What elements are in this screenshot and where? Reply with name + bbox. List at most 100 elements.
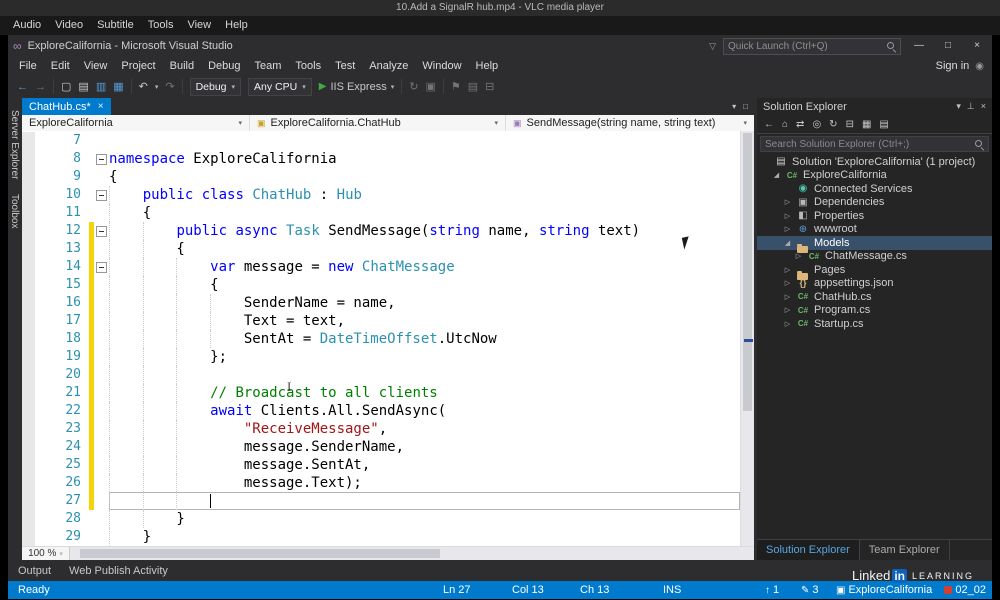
vertical-scrollbar-thumb[interactable] xyxy=(743,133,752,411)
breakpoint-margin[interactable] xyxy=(22,276,35,294)
tab-team-explorer[interactable]: Team Explorer xyxy=(860,540,950,560)
float-window-icon[interactable]: □ xyxy=(743,102,748,111)
code-line-20[interactable]: 20 xyxy=(22,366,740,384)
sign-in-link[interactable]: Sign in xyxy=(936,60,970,72)
horizontal-scrollbar-thumb[interactable] xyxy=(80,549,440,558)
video-area[interactable]: ∞ ExploreCalifornia - Microsoft Visual S… xyxy=(0,35,1000,599)
breakpoint-margin[interactable] xyxy=(22,528,35,546)
feedback-icon[interactable]: ▽ xyxy=(709,41,716,52)
tab-output[interactable]: Output xyxy=(18,565,51,577)
breakpoint-margin[interactable] xyxy=(22,150,35,168)
chevron-down-icon[interactable]: ▾ xyxy=(956,101,961,112)
git-repository[interactable]: ▣ ExploreCalifornia xyxy=(836,581,932,600)
code-line-29[interactable]: 29 } xyxy=(22,528,740,546)
breakpoint-margin[interactable] xyxy=(22,456,35,474)
menu-edit[interactable]: Edit xyxy=(44,57,77,75)
tree-item-connected-services[interactable]: ◉ Connected Services xyxy=(757,182,992,196)
menu-help[interactable]: Help xyxy=(469,57,506,75)
code-line-7[interactable]: 7 xyxy=(22,132,740,150)
code-area[interactable]: 7 8 namespace ExploreCalifornia 9{10 public… xyxy=(22,131,740,547)
code-line-26[interactable]: 26 message.Text); xyxy=(22,474,740,492)
redo-icon[interactable]: ↷ xyxy=(165,80,174,93)
code-line-28[interactable]: 28 } xyxy=(22,510,740,528)
code-line-13[interactable]: 13 { xyxy=(22,240,740,258)
code-line-8[interactable]: 8 namespace ExploreCalifornia xyxy=(22,150,740,168)
quick-launch-box[interactable]: Quick Launch (Ctrl+Q) xyxy=(723,37,901,55)
chevron-collapsed-icon[interactable]: ▷ xyxy=(783,293,792,301)
project-dropdown[interactable]: ExploreCalifornia ▾ xyxy=(22,115,250,131)
fold-collapse-icon[interactable] xyxy=(94,258,109,276)
code-line-16[interactable]: 16 SenderName = name, xyxy=(22,294,740,312)
tree-item-properties[interactable]: ▷ ◧ Properties xyxy=(757,209,992,223)
breakpoint-margin[interactable] xyxy=(22,330,35,348)
code-line-17[interactable]: 17 Text = text, xyxy=(22,312,740,330)
chevron-collapsed-icon[interactable]: ▷ xyxy=(783,212,792,220)
home-icon[interactable]: ⌂ xyxy=(782,119,788,130)
breakpoint-margin[interactable] xyxy=(22,366,35,384)
undo-dropdown-icon[interactable]: ▾ xyxy=(155,83,159,91)
back-icon[interactable]: ← xyxy=(764,119,774,130)
vlc-menu-video[interactable]: Video xyxy=(48,16,90,35)
menu-analyze[interactable]: Analyze xyxy=(362,57,415,75)
menu-team[interactable]: Team xyxy=(248,57,289,75)
chevron-expanded-icon[interactable]: ◢ xyxy=(783,239,792,247)
code-line-14[interactable]: 14 var message = new ChatMessage xyxy=(22,258,740,276)
tree-item-wwwroot[interactable]: ▷ ⊕ wwwroot xyxy=(757,223,992,237)
code-line-27[interactable]: 27 xyxy=(22,492,740,510)
menu-tools[interactable]: Tools xyxy=(288,57,328,75)
menu-build[interactable]: Build xyxy=(163,57,201,75)
code-line-21[interactable]: 21 // Broadcast to all clients xyxy=(22,384,740,402)
refresh-icon[interactable]: ↻ xyxy=(829,119,837,130)
fold-collapse-icon[interactable] xyxy=(94,150,109,168)
bookmark-icon[interactable]: ⚑ xyxy=(451,80,461,93)
code-line-12[interactable]: 12 public async Task SendMessage(string … xyxy=(22,222,740,240)
code-line-23[interactable]: 23 "ReceiveMessage", xyxy=(22,420,740,438)
vlc-menu-audio[interactable]: Audio xyxy=(6,16,48,35)
breakpoint-margin[interactable] xyxy=(22,402,35,420)
vlc-menu-help[interactable]: Help xyxy=(218,16,255,35)
hot-reload-icon[interactable]: ↻ xyxy=(409,80,418,93)
open-file-icon[interactable]: ▤ xyxy=(78,80,88,93)
member-dropdown[interactable]: ▣ SendMessage(string name, string text) … xyxy=(506,115,754,131)
solution-explorer-header[interactable]: Solution Explorer ▾ ⊥ × xyxy=(757,98,992,115)
code-line-9[interactable]: 9{ xyxy=(22,168,740,186)
menu-file[interactable]: File xyxy=(12,57,44,75)
collapse-all-icon[interactable]: ⊟ xyxy=(846,119,854,130)
tab-server-explorer[interactable]: Server Explorer xyxy=(9,110,20,179)
tree-item-explorecalifornia[interactable]: ◢ C# ExploreCalifornia xyxy=(757,169,992,183)
chevron-collapsed-icon[interactable]: ▷ xyxy=(783,225,792,233)
breakpoint-margin[interactable] xyxy=(22,492,35,510)
tree-item-pages[interactable]: ▷ Pages xyxy=(757,263,992,280)
tree-item-chatmessage-cs[interactable]: ▷ C# ChatMessage.cs xyxy=(757,250,992,264)
code-line-11[interactable]: 11 { xyxy=(22,204,740,222)
close-icon[interactable]: × xyxy=(981,101,986,112)
breakpoint-margin[interactable] xyxy=(22,132,35,150)
breakpoint-margin[interactable] xyxy=(22,348,35,366)
vlc-menu-tools[interactable]: Tools xyxy=(141,16,181,35)
breakpoint-margin[interactable] xyxy=(22,474,35,492)
tree-item-startup-cs[interactable]: ▷ C# Startup.cs xyxy=(757,317,992,331)
vlc-menu-subtitle[interactable]: Subtitle xyxy=(90,16,141,35)
code-line-24[interactable]: 24 message.SenderName, xyxy=(22,438,740,456)
breakpoint-margin[interactable] xyxy=(22,222,35,240)
type-dropdown[interactable]: ▣ ExploreCalifornia.ChatHub ▾ xyxy=(250,115,506,131)
code-line-25[interactable]: 25 message.SentAt, xyxy=(22,456,740,474)
breakpoint-margin[interactable] xyxy=(22,240,35,258)
close-button[interactable]: × xyxy=(966,35,988,57)
tree-item-solution-explorecalifornia-1-project[interactable]: ▤ Solution 'ExploreCalifornia' (1 project… xyxy=(757,155,992,169)
minimize-button[interactable]: — xyxy=(908,35,930,57)
start-debug-button[interactable]: ▶ IIS Express ▾ xyxy=(319,81,394,93)
code-line-18[interactable]: 18 SentAt = DateTimeOffset.UtcNow xyxy=(22,330,740,348)
pin-icon[interactable]: ⊥ xyxy=(967,101,975,112)
zoom-combo[interactable]: 100 % ▾ xyxy=(22,547,70,560)
vlc-titlebar[interactable]: 10.Add a SignalR hub.mp4 - VLC media pla… xyxy=(0,0,1000,16)
breakpoint-margin[interactable] xyxy=(22,294,35,312)
maximize-button[interactable]: □ xyxy=(937,35,959,57)
vertical-scrollbar[interactable] xyxy=(740,131,754,546)
chevron-collapsed-icon[interactable]: ▷ xyxy=(794,252,803,260)
comment-icon[interactable]: ▤ xyxy=(468,80,478,93)
properties-icon[interactable]: ▦ xyxy=(862,119,871,130)
navigate-forward-icon[interactable]: → xyxy=(35,81,46,93)
horizontal-scrollbar[interactable]: 100 % ▾ xyxy=(22,546,754,560)
platform-combo[interactable]: Any CPU ▾ xyxy=(248,77,312,96)
